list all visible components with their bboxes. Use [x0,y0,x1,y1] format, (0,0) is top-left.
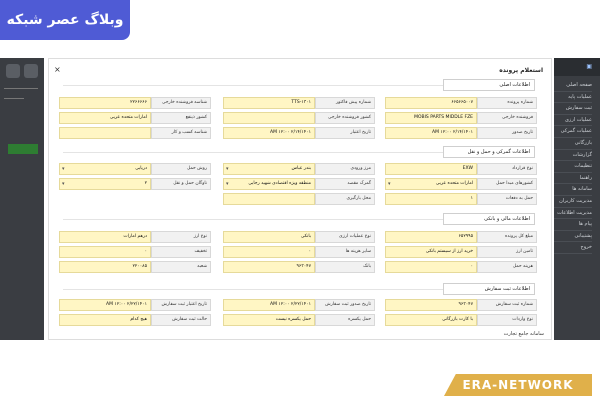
blog-watermark-badge: وبلاگ عصر شبکه [0,0,130,40]
field-file-number: ۶۶۵۶۶۵۰۰۷ شماره پرونده [385,97,537,109]
left-overlay-panel [0,58,44,340]
side-menu: ▣ صفحه اصلی عملیات پایه ثبت سفارش عملیات ار… [554,58,600,340]
field-other-costs: ۰ سایر هزینه ها [223,246,375,258]
side-menu-item[interactable]: ثبت سفارش [554,103,592,115]
field-single-shipment: حمل یکسره نیست حمل یکسره [223,314,375,326]
field-destination-customs: منطقه ویژه اقتصادی شهید رجاییگمرک مقصد [223,178,375,190]
side-menu-item[interactable]: بازرگانی [554,138,592,150]
divider [4,88,38,89]
side-menu-item[interactable]: مدیریت کاربران [554,196,592,208]
section-header-main: اطلاعات اصلی [443,79,535,91]
close-icon[interactable]: × [54,65,61,74]
field-contract-type: EXW نوع قرارداد [385,163,537,175]
confirm-button[interactable] [8,144,38,154]
field-shipping-method: دریاییروش حمل [59,163,211,175]
side-menu-item[interactable]: پشتیبانی [554,231,592,243]
section-header-customs: اطلاعات گمرکی و حمل و نقل [443,146,535,158]
side-menu-item[interactable]: خروج [554,242,592,254]
field-loading-place: محل بارگیری [223,193,375,205]
field-order-issue-date: AM ۱۲:۰۰ ۲/۲۲/۱۴۰۱ تاریخ صدور ثبت سفارش [223,299,375,311]
side-menu-item[interactable]: عملیات پایه [554,92,592,104]
field-currency-operation-type: بانکی نوع عملیات ارزی [223,231,375,243]
dialog-title: استعلام پرونده [499,67,543,74]
field-currency-type: درهم امارات نوع ارز [59,231,211,243]
field-order-number: ۹۶۳۰۴۷ شماره ثبت سفارش [385,299,537,311]
side-menu-item[interactable]: صفحه اصلی [554,80,592,92]
notification-icon[interactable] [24,64,38,78]
field-bank: ۹۶۳۰۴۷ بانک [223,261,375,273]
app-logo: ▣ [554,58,600,76]
field-shipping-cost: ۰ هزینه حمل [385,261,537,273]
field-import-type: با کارت بازرگانی نوع واردات [385,314,537,326]
field-total-amount: ۶۵۲۹۹۵ مبلغ کل پرونده [385,231,537,243]
bottom-caption: سامانه جامع تجارت [503,331,544,337]
side-menu-item[interactable]: عملیات گمرکی [554,126,592,138]
inquiry-dialog: × استعلام پرونده اطلاعات اصلی ۶۶۵۶۶۵۰۰۷ ش… [48,58,552,340]
field-issue-date: AM ۱۲:۰۰ ۲/۱۴/۱۴۰۱ تاریخ صدور [385,127,537,139]
section-header-financial: اطلاعات مالی و بانکی [443,213,535,225]
field-proforma-number: TTS-۱۳۰۱ شماره پیش فاکتور [223,97,375,109]
field-shipments-count: ۱ حمل به دفعات [385,193,537,205]
field-seller-country: کشور فروشنده خارجی [223,112,375,124]
field-branch: ۲۲۰۰۸۵ شعبه [59,261,211,273]
field-business-id: شناسه کسب و کار [59,127,211,139]
field-validity-date: AM ۱۲:۰۰ ۲/۱۴/۱۴۰۱ تاریخ اعتبار [223,127,375,139]
side-menu-item[interactable]: گزارشات [554,150,592,162]
side-menu-item[interactable]: عملیات ارزی [554,115,592,127]
field-order-state: هیچ کدام حالت ثبت سفارش [59,314,211,326]
field-fleet: ۲ناوگان حمل و نقل [59,178,211,190]
field-order-validity-date: AM ۱۲:۰۰ ۲/۲۲/۱۴۰۱ تاریخ اعتبار ثبت سفارش [59,299,211,311]
field-origin-countries: امارات متحده عربیکشورهای مبدا حمل [385,178,537,190]
side-menu-item[interactable]: مدیریت اطلاعات [554,208,592,220]
section-header-order: اطلاعات ثبت سفارش [443,283,535,295]
field-foreign-seller: MOBIS PARTS MIDDLE FZE فروشنده خارجی [385,112,537,124]
side-menu-item[interactable]: تنظیمات [554,161,592,173]
field-entry-border: بندر عباسمرز ورودی [223,163,375,175]
field-currency-supply: خرید ارز از سیستم بانکی تامین ارز [385,246,537,258]
side-menu-item[interactable]: راهنما [554,173,592,185]
field-discount: ۰ تخفیف [59,246,211,258]
divider [4,98,24,99]
side-menu-item[interactable]: پیام ها [554,219,592,231]
mail-icon[interactable] [6,64,20,78]
network-watermark-badge: ERA-NETWORK [444,374,592,396]
side-menu-item[interactable]: سامانه ها [554,184,592,196]
field-seller-id: ۲۲۶۶۶۶۶ شناسه فروشنده خارجی [59,97,211,109]
field-beneficiary-country: امارات متحده عربی کشور ذینفع [59,112,211,124]
